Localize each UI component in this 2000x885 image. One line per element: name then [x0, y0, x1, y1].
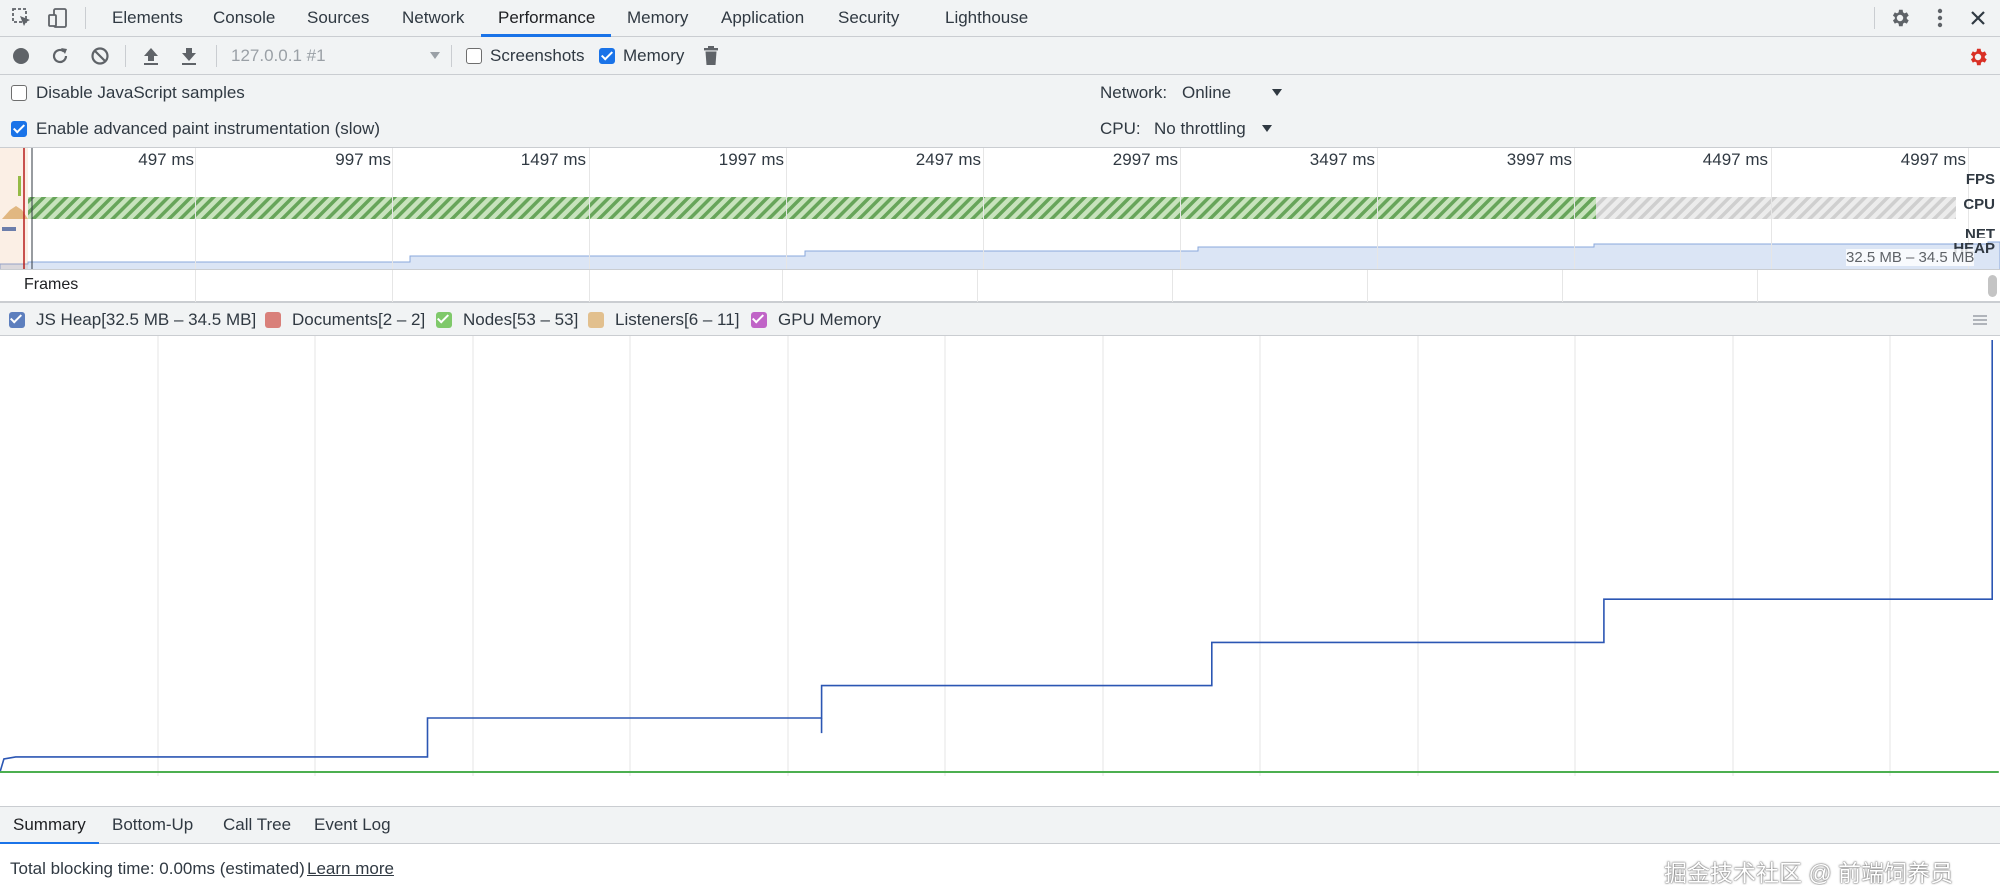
- tab-application[interactable]: Application: [721, 0, 804, 37]
- memory-counters-legend: JS Heap[32.5 MB – 34.5 MB] Documents[2 –…: [0, 302, 2000, 336]
- tab-sources[interactable]: Sources: [307, 0, 369, 37]
- tab-lighthouse[interactable]: Lighthouse: [945, 0, 1028, 37]
- timeline-overview[interactable]: 497 ms 997 ms 1497 ms 1997 ms 2497 ms 29…: [0, 148, 2000, 270]
- tab-bottom-up[interactable]: Bottom-Up: [112, 807, 193, 845]
- listeners-label: Listeners[6 – 11]: [615, 310, 740, 329]
- overview-tick-label: 4497 ms: [1702, 150, 1768, 169]
- devtools-tab-bar: Elements Console Sources Network Perform…: [0, 0, 2000, 37]
- tab-performance[interactable]: Performance: [481, 0, 611, 37]
- overview-tick-label: 3997 ms: [1506, 150, 1572, 169]
- overview-tick-label: 997 ms: [335, 150, 391, 169]
- capture-settings-gear-icon[interactable]: [1966, 45, 1990, 69]
- tab-event-log[interactable]: Event Log: [314, 807, 391, 845]
- disable-js-samples-label: Disable JavaScript samples: [36, 83, 245, 102]
- overview-tick-label: 4997 ms: [1900, 150, 1966, 169]
- tab-console[interactable]: Console: [213, 0, 275, 37]
- series-line-js-heap: [0, 340, 1993, 773]
- inspect-element-icon[interactable]: [10, 6, 34, 30]
- cpu-throttle-select[interactable]: No throttling: [1154, 119, 1246, 139]
- network-throttle-select[interactable]: Online: [1182, 83, 1231, 103]
- nodes-checkbox[interactable]: [436, 312, 452, 328]
- memory-checkbox[interactable]: [599, 48, 615, 64]
- gpu-memory-label: GPU Memory: [778, 310, 881, 329]
- nodes-label: Nodes[53 – 53]: [463, 310, 579, 329]
- tab-call-tree[interactable]: Call Tree: [223, 807, 291, 845]
- cpu-idle-band: [1596, 197, 1956, 219]
- network-throttle-label: Network:: [1100, 83, 1168, 102]
- more-options-icon[interactable]: [1928, 6, 1952, 30]
- resize-handle-icon[interactable]: [1972, 312, 1988, 328]
- tab-memory[interactable]: Memory: [627, 0, 688, 37]
- tab-security[interactable]: Security: [838, 0, 899, 37]
- collect-garbage-trash-icon[interactable]: [700, 45, 722, 67]
- capture-settings-pane: Disable JavaScript samples Enable advanc…: [0, 75, 2000, 148]
- heap-area: [0, 241, 2000, 269]
- memory-counters-chart[interactable]: [0, 336, 2000, 776]
- cpu-activity-band: [28, 197, 1596, 219]
- cpu-select-chevron-down-icon[interactable]: [1260, 122, 1274, 136]
- tab-network[interactable]: Network: [402, 0, 464, 37]
- download-icon[interactable]: [178, 45, 200, 67]
- frames-row: Frames: [0, 270, 2000, 302]
- screenshots-checkbox[interactable]: [466, 48, 482, 64]
- screenshots-label: Screenshots: [490, 46, 585, 65]
- overview-tick-label: 3497 ms: [1309, 150, 1375, 169]
- summary-status-bar: Total blocking time: 0.00ms (estimated) …: [0, 844, 2000, 885]
- network-select-chevron-down-icon[interactable]: [1270, 86, 1284, 100]
- js-heap-label: JS Heap[32.5 MB – 34.5 MB]: [36, 310, 257, 329]
- vertical-scrollbar-thumb[interactable]: [1988, 275, 1997, 297]
- documents-label: Documents[2 – 2]: [292, 310, 426, 329]
- watermark-text: 掘金技术社区 @ 前端饲养员: [1664, 860, 1954, 885]
- overview-tick-label: 2997 ms: [1112, 150, 1178, 169]
- clear-icon[interactable]: [89, 45, 111, 67]
- tab-elements[interactable]: Elements: [112, 0, 183, 37]
- settings-gear-icon[interactable]: [1888, 6, 1912, 30]
- documents-checkbox[interactable]: [265, 312, 281, 328]
- cpu-throttle-label: CPU:: [1100, 119, 1141, 138]
- advanced-paint-checkbox[interactable]: [11, 121, 27, 137]
- heap-range-label: 32.5 MB – 34.5 MB: [1846, 249, 1975, 266]
- frames-label[interactable]: Frames: [24, 276, 78, 294]
- record-icon[interactable]: [10, 45, 32, 67]
- track-label-net: NET: [1965, 226, 1995, 238]
- track-label-fps: FPS: [1965, 171, 1995, 188]
- total-blocking-time-text: Total blocking time: 0.00ms (estimated): [10, 859, 305, 878]
- upload-icon[interactable]: [140, 45, 162, 67]
- device-toolbar-icon[interactable]: [46, 6, 70, 30]
- tab-summary[interactable]: Summary: [0, 807, 99, 845]
- js-heap-checkbox[interactable]: [9, 312, 25, 328]
- recording-select[interactable]: 127.0.0.1 #1: [231, 46, 326, 66]
- overview-tick-label: 497 ms: [138, 150, 194, 169]
- track-label-cpu: CPU: [1963, 196, 1995, 213]
- overview-tick-label: 1497 ms: [520, 150, 586, 169]
- recording-select-chevron-down-icon[interactable]: [428, 49, 442, 63]
- overview-tick-label: 2497 ms: [915, 150, 981, 169]
- overview-tick-label: 1997 ms: [718, 150, 784, 169]
- memory-label: Memory: [623, 46, 685, 65]
- memory-chart-svg: [0, 336, 1999, 776]
- close-devtools-icon[interactable]: [1966, 6, 1990, 30]
- reload-record-icon[interactable]: [49, 45, 71, 67]
- advanced-paint-label: Enable advanced paint instrumentation (s…: [36, 119, 380, 138]
- performance-toolbar: 127.0.0.1 #1 Screenshots Memory: [0, 37, 2000, 75]
- listeners-checkbox[interactable]: [588, 312, 604, 328]
- disable-js-samples-checkbox[interactable]: [11, 85, 27, 101]
- gpu-memory-checkbox[interactable]: [751, 312, 767, 328]
- learn-more-link[interactable]: Learn more: [307, 859, 394, 879]
- details-tab-bar: Summary Bottom-Up Call Tree Event Log: [0, 806, 2000, 845]
